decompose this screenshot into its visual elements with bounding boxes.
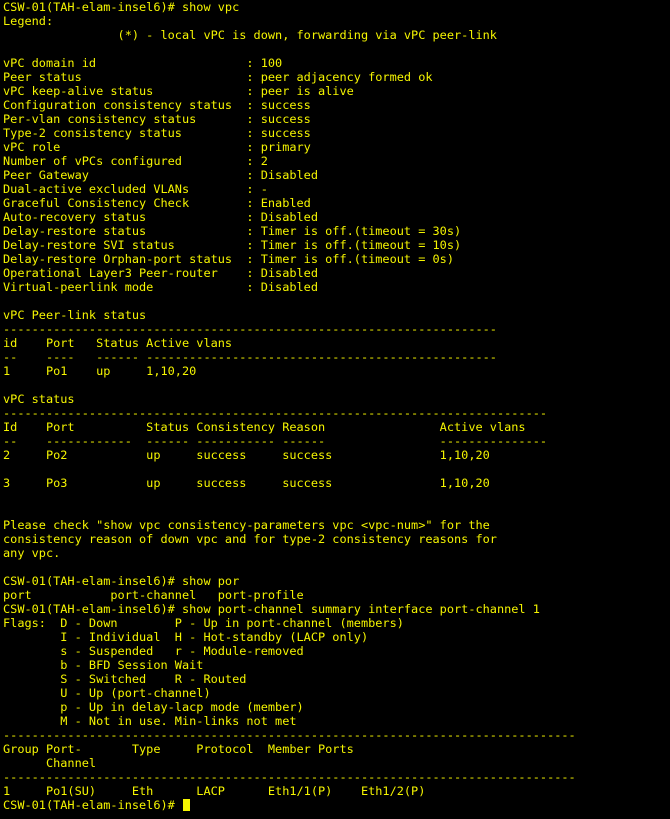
terminal-line: -- ---- ------ -------------------------… <box>3 350 497 364</box>
terminal-line: vPC status <box>3 392 75 406</box>
terminal-line: Peer Gateway : Disabled <box>3 168 318 182</box>
terminal-line: Number of vPCs configured : 2 <box>3 154 268 168</box>
terminal-line: any vpc. <box>3 546 61 560</box>
terminal-line: vPC keep-alive status : peer is alive <box>3 84 354 98</box>
terminal-line: Legend: <box>3 14 54 28</box>
terminal-line: M - Not in use. Min-links not met <box>3 714 297 728</box>
terminal-line: CSW-01(TAH-elam-insel6)# show vpc <box>3 0 240 14</box>
terminal-line: Peer status : peer adjacency formed ok <box>3 70 433 84</box>
terminal-line: Group Port- Type Protocol Member Ports <box>3 742 354 756</box>
terminal-line: ----------------------------------------… <box>3 322 497 336</box>
terminal-line: 3 Po3 up success success 1,10,20 <box>3 476 490 490</box>
terminal-line: S - Switched R - Routed <box>3 672 247 686</box>
terminal-line: Virtual-peerlink mode : Disabled <box>3 280 318 294</box>
terminal-line: CSW-01(TAH-elam-insel6)# show por <box>3 574 240 588</box>
terminal-line: 1 Po1 up 1,10,20 <box>3 364 197 378</box>
terminal-line: p - Up in delay-lacp mode (member) <box>3 700 304 714</box>
terminal-line: Delay-restore Orphan-port status : Timer… <box>3 252 455 266</box>
terminal-line: Channel <box>3 756 97 770</box>
command-prompt-line[interactable]: CSW-01(TAH-elam-insel6)# <box>3 798 667 812</box>
terminal-line: port port-channel port-profile <box>3 588 304 602</box>
terminal-line: Operational Layer3 Peer-router : Disable… <box>3 266 318 280</box>
terminal-line: Dual-active excluded VLANs : - <box>3 182 268 196</box>
terminal-line: 2 Po2 up success success 1,10,20 <box>3 448 490 462</box>
terminal-window[interactable]: CSW-01(TAH-elam-insel6)# show vpc Legend:… <box>3 0 667 819</box>
terminal-line: Delay-restore status : Timer is off.(tim… <box>3 224 462 238</box>
terminal-line: 1 Po1(SU) Eth LACP Eth1/1(P) Eth1/2(P) <box>3 784 426 798</box>
terminal-line: b - BFD Session Wait <box>3 658 204 672</box>
terminal-line: U - Up (port-channel) <box>3 686 211 700</box>
terminal-line: ----------------------------------------… <box>3 406 548 420</box>
terminal-line: Graceful Consistency Check : Enabled <box>3 196 311 210</box>
terminal-line: vPC role : primary <box>3 140 311 154</box>
command-prompt: CSW-01(TAH-elam-insel6)# <box>3 798 182 812</box>
terminal-line: consistency reason of down vpc and for t… <box>3 532 497 546</box>
terminal-line: Flags: D - Down P - Up in port-channel (… <box>3 616 404 630</box>
terminal-line: Please check "show vpc consistency-param… <box>3 518 490 532</box>
terminal-line: Id Port Status Consistency Reason Active… <box>3 420 526 434</box>
terminal-line: Per-vlan consistency status : success <box>3 112 311 126</box>
text-cursor-icon <box>182 799 190 811</box>
terminal-line: I - Individual H - Hot-standby (LACP onl… <box>3 630 369 644</box>
terminal-line: CSW-01(TAH-elam-insel6)# show port-chann… <box>3 602 540 616</box>
terminal-line: Configuration consistency status : succe… <box>3 98 311 112</box>
terminal-line: -- ------------ ------ ----------- -----… <box>3 434 548 448</box>
terminal-line: vPC Peer-link status <box>3 308 147 322</box>
terminal-line: Auto-recovery status : Disabled <box>3 210 318 224</box>
terminal-line: s - Suspended r - Module-removed <box>3 644 304 658</box>
terminal-line: ----------------------------------------… <box>3 770 576 784</box>
terminal-output: CSW-01(TAH-elam-insel6)# show vpc Legend:… <box>3 0 667 798</box>
terminal-line: ----------------------------------------… <box>3 728 576 742</box>
terminal-line: Delay-restore SVI status : Timer is off.… <box>3 238 462 252</box>
terminal-line: id Port Status Active vlans <box>3 336 233 350</box>
terminal-line: Type-2 consistency status : success <box>3 126 311 140</box>
terminal-line: vPC domain id : 100 <box>3 56 283 70</box>
terminal-line: (*) - local vPC is down, forwarding via … <box>3 28 497 42</box>
